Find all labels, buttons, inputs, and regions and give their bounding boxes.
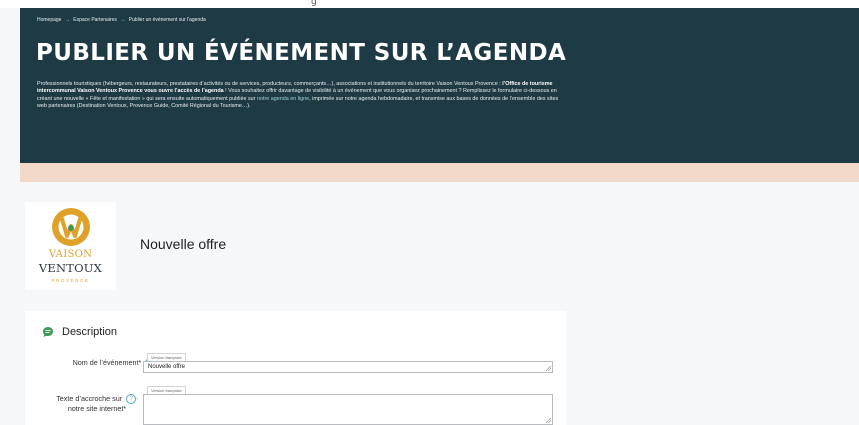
breadcrumb-current: Publier un événement sur l'agenda — [128, 17, 206, 23]
page-hero: Homepage → Espace Partenaires → Publier … — [20, 8, 859, 163]
hook-text-label: Texte d’accroche sur ? › notre site inter… — [37, 394, 157, 413]
agenda-link[interactable]: notre agenda en ligne — [257, 96, 309, 102]
page-title: PUBLIER UN ÉVÉNEMENT SUR L’AGENDA — [36, 40, 567, 66]
chevron-right-icon: › — [136, 396, 138, 403]
vaison-ventoux-logo: VAISON VENTOUX PROVENCE — [25, 202, 116, 290]
intro-part-1: Professionnels touristiques (hébergeurs,… — [37, 81, 503, 87]
logo-line-vaison: VAISON — [48, 249, 93, 260]
chat-bubble-icon — [43, 327, 53, 337]
logo-line-ventoux: VENTOUX — [38, 261, 103, 275]
breadcrumb-homepage[interactable]: Homepage — [37, 17, 61, 23]
breadcrumb-espace-partenaires[interactable]: Espace Partenaires — [73, 17, 117, 23]
breadcrumb-separator: → — [120, 17, 126, 23]
language-tag: Version française — [147, 353, 186, 361]
event-name-field[interactable]: Version française Nouvelle offre — [143, 353, 553, 373]
top-strip: g — [0, 0, 859, 8]
resize-handle-icon[interactable] — [546, 418, 551, 423]
event-name-value: Nouvelle offre — [148, 364, 185, 370]
section-heading: Description — [62, 326, 118, 338]
help-icon[interactable]: ? — [126, 394, 137, 405]
intro-text: Professionnels touristiques (hébergeurs,… — [37, 81, 562, 111]
breadcrumb: Homepage → Espace Partenaires → Publier … — [37, 17, 208, 23]
logo-line-provence: PROVENCE — [51, 278, 90, 283]
event-name-label-text: Nom de l’événement — [72, 358, 139, 367]
top-strip-glyph: g — [311, 0, 317, 7]
description-header: Description — [42, 326, 117, 338]
peach-band — [20, 163, 859, 182]
hook-text-field[interactable]: Version française — [143, 386, 553, 425]
required-mark: * — [138, 358, 142, 367]
required-mark: * — [123, 404, 127, 414]
event-name-label: Nom de l’événement* ?› — [37, 358, 157, 369]
hook-text-label-line2: notre site internet — [67, 404, 124, 414]
resize-handle-icon[interactable] — [546, 366, 551, 371]
hook-text-label-line1: Texte d’accroche sur — [56, 394, 123, 403]
language-tag: Version française — [147, 386, 186, 394]
breadcrumb-separator: → — [64, 17, 70, 23]
offer-title: Nouvelle offre — [140, 236, 227, 252]
description-section: Description Nom de l’événement* ?› Versi… — [25, 311, 566, 425]
logo-mark-icon — [52, 208, 90, 246]
